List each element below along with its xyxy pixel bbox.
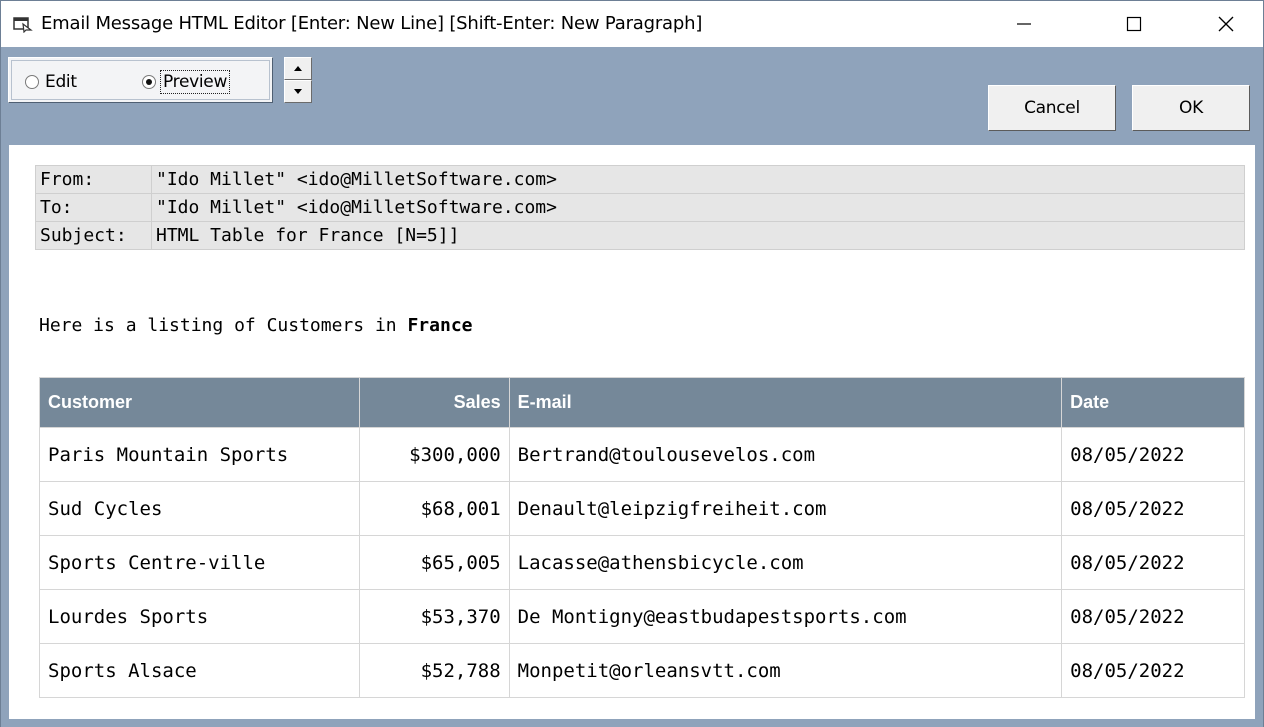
column-header-sales: Sales xyxy=(358,377,510,428)
column-header-customer: Customer xyxy=(39,377,360,428)
table-row: Lourdes Sports $53,370 De Montigny@eastb… xyxy=(39,589,1245,644)
cell-email: De Montigny@eastbudapestsports.com xyxy=(508,589,1063,644)
table-row: Paris Mountain Sports $300,000 Bertrand@… xyxy=(39,427,1245,482)
to-label: To: xyxy=(35,193,152,222)
edit-mode-radio[interactable]: Edit xyxy=(25,72,77,92)
cell-email: Denault@leipzigfreiheit.com xyxy=(508,481,1063,536)
edit-radio-circle[interactable] xyxy=(25,75,39,89)
spinner-up-button[interactable] xyxy=(284,57,312,80)
intro-paragraph: Here is a listing of Customers in France xyxy=(39,315,473,336)
window-title: Email Message HTML Editor [Enter: New Li… xyxy=(41,13,703,34)
table-row: Sports Centre-ville $65,005 Lacasse@athe… xyxy=(39,535,1245,590)
preview-mode-radio[interactable]: Preview xyxy=(142,70,231,94)
intro-country: France xyxy=(407,315,473,336)
editor-window: Email Message HTML Editor [Enter: New Li… xyxy=(0,0,1264,727)
table-row: Sud Cycles $68,001 Denault@leipzigfreihe… xyxy=(39,481,1245,536)
toolbar: Edit Preview Cancel OK xyxy=(1,47,1263,145)
from-value: "Ido Millet" <ido@MilletSoftware.com> xyxy=(151,165,1245,194)
editor-app-icon xyxy=(13,17,33,33)
to-row: To: "Ido Millet" <ido@MilletSoftware.com… xyxy=(35,193,1245,222)
preview-radio-circle[interactable] xyxy=(142,75,156,89)
cell-customer: Lourdes Sports xyxy=(39,589,360,644)
triangle-up-icon xyxy=(294,66,302,71)
close-button[interactable] xyxy=(1197,1,1255,47)
subject-label: Subject: xyxy=(35,221,152,250)
minimize-icon xyxy=(1017,23,1031,25)
cell-sales: $68,001 xyxy=(358,481,510,536)
mode-toggle-group: Edit Preview xyxy=(8,57,273,103)
cell-sales: $65,005 xyxy=(358,535,510,590)
cell-customer: Paris Mountain Sports xyxy=(39,427,360,482)
cell-customer: Sports Alsace xyxy=(39,643,360,698)
title-bar[interactable]: Email Message HTML Editor [Enter: New Li… xyxy=(1,1,1263,47)
font-size-spinner[interactable] xyxy=(284,57,312,103)
cell-email: Bertrand@toulousevelos.com xyxy=(508,427,1063,482)
intro-text: Here is a listing of Customers in xyxy=(39,315,408,336)
table-header-row: Customer Sales E-mail Date xyxy=(39,377,1245,428)
cell-email: Monpetit@orleansvtt.com xyxy=(508,643,1063,698)
spinner-down-button[interactable] xyxy=(284,80,312,103)
cell-email: Lacasse@athensbicycle.com xyxy=(508,535,1063,590)
preview-mode-label: Preview xyxy=(159,70,231,94)
cell-date: 08/05/2022 xyxy=(1061,427,1245,482)
preview-pane[interactable]: From: "Ido Millet" <ido@MilletSoftware.c… xyxy=(1,145,1263,727)
email-header-table: From: "Ido Millet" <ido@MilletSoftware.c… xyxy=(35,165,1245,250)
from-label: From: xyxy=(35,165,152,194)
cell-date: 08/05/2022 xyxy=(1061,589,1245,644)
from-row: From: "Ido Millet" <ido@MilletSoftware.c… xyxy=(35,165,1245,194)
table-row: Sports Alsace $52,788 Monpetit@orleansvt… xyxy=(39,643,1245,698)
subject-value: HTML Table for France [N=5]] xyxy=(151,221,1245,250)
cell-sales: $53,370 xyxy=(358,589,510,644)
to-value: "Ido Millet" <ido@MilletSoftware.com> xyxy=(151,193,1245,222)
cell-sales: $300,000 xyxy=(358,427,510,482)
cell-customer: Sports Centre-ville xyxy=(39,535,360,590)
close-icon xyxy=(1218,16,1234,32)
minimize-button[interactable] xyxy=(995,1,1053,47)
cancel-button[interactable]: Cancel xyxy=(988,85,1116,131)
cell-date: 08/05/2022 xyxy=(1061,643,1245,698)
triangle-down-icon xyxy=(294,89,302,94)
edit-mode-label: Edit xyxy=(45,72,77,92)
cell-date: 08/05/2022 xyxy=(1061,481,1245,536)
cell-customer: Sud Cycles xyxy=(39,481,360,536)
column-header-email: E-mail xyxy=(508,377,1063,428)
maximize-icon xyxy=(1126,16,1142,32)
customers-table: Customer Sales E-mail Date Paris Mountai… xyxy=(39,377,1245,698)
subject-row: Subject: HTML Table for France [N=5]] xyxy=(35,221,1245,250)
column-header-date: Date xyxy=(1061,377,1245,428)
cell-date: 08/05/2022 xyxy=(1061,535,1245,590)
maximize-button[interactable] xyxy=(1105,1,1163,47)
ok-button[interactable]: OK xyxy=(1132,85,1250,131)
cell-sales: $52,788 xyxy=(358,643,510,698)
